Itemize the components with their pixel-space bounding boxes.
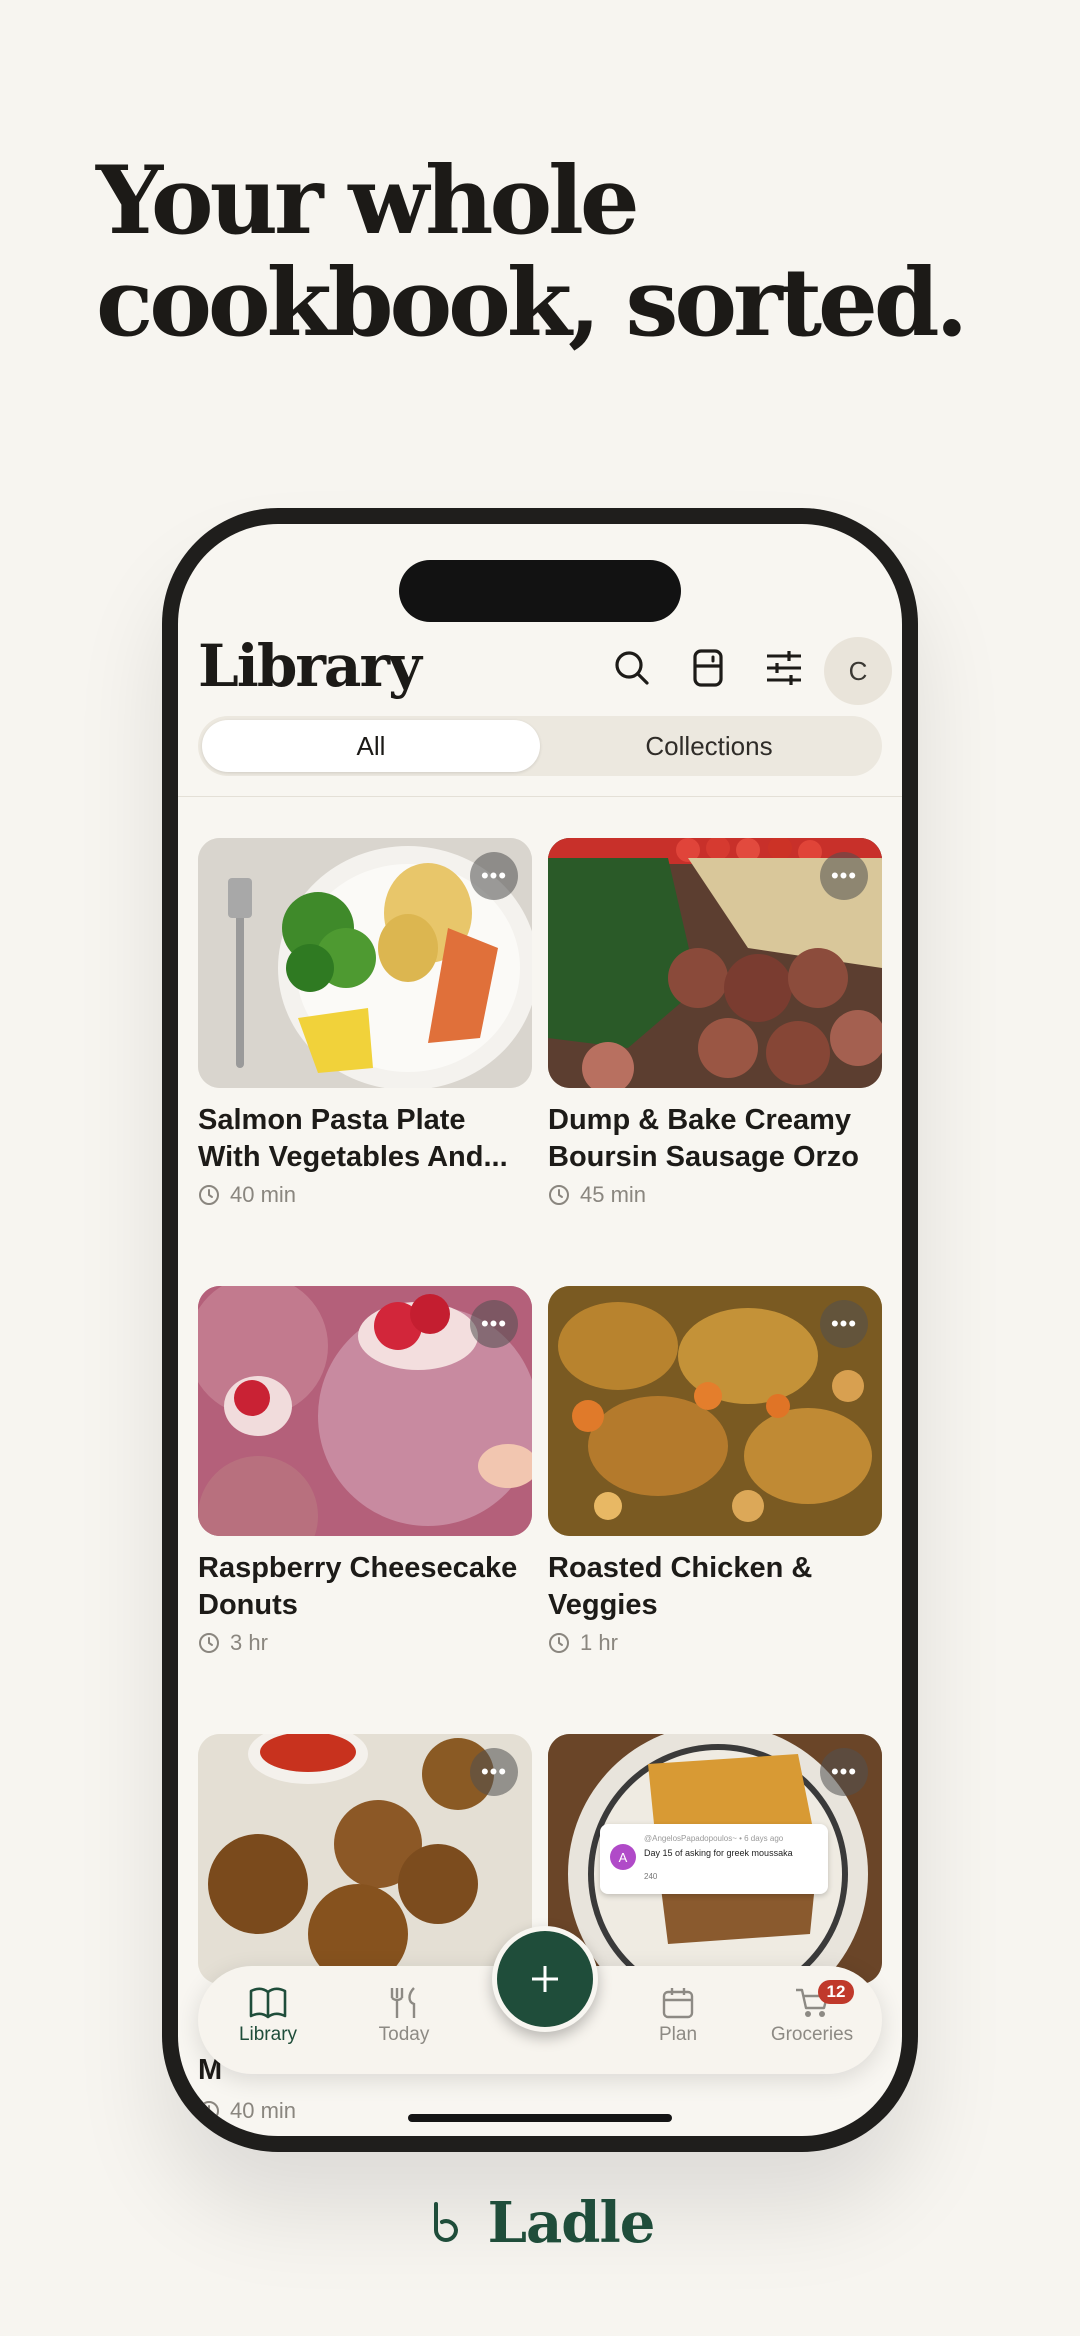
recipe-time: 45 min [548, 1182, 882, 1208]
brand-name: Ladle [487, 2190, 656, 2256]
filter-sliders-icon[interactable] [760, 644, 808, 692]
clock-icon [199, 1185, 219, 1205]
recipe-card[interactable]: ••• Dump & Bake Creamy Boursin Sausage O… [548, 838, 882, 1208]
clock-icon [199, 2101, 219, 2121]
marketing-headline: Your whole cookbook, sorted. [96, 146, 968, 358]
book-icon [249, 1987, 287, 2019]
recipe-time-label: 45 min [580, 1182, 647, 1207]
fridge-icon[interactable] [684, 644, 732, 692]
recipe-photo: ••• [198, 1734, 532, 1984]
recipe-time: 1 hr [548, 1630, 882, 1656]
recipe-time-label: 40 min [230, 1182, 297, 1207]
calendar-icon [662, 1988, 694, 2019]
recipe-time: 40 min [198, 1182, 532, 1208]
home-indicator [408, 2114, 672, 2122]
recipe-photo: ••• [548, 1286, 882, 1536]
groceries-count-badge: 12 [818, 1980, 854, 2004]
more-options-button[interactable]: ••• [820, 1748, 868, 1796]
recipe-card[interactable]: ••• Roasted Chicken & Veggies 1 hr [548, 1286, 882, 1656]
more-options-button[interactable]: ••• [820, 852, 868, 900]
comment-author: @AngelosPapadopoulos~ • 6 days ago [644, 1834, 784, 1843]
more-options-button[interactable]: ••• [820, 1300, 868, 1348]
more-options-button[interactable]: ••• [470, 852, 518, 900]
add-recipe-button[interactable] [492, 1926, 598, 2032]
brand-logo: Ladle [0, 2190, 1080, 2256]
ladle-icon [433, 2202, 458, 2242]
recipe-title: Dump & Bake Creamy Boursin Sausage Orzo [548, 1104, 860, 1173]
more-options-button[interactable]: ••• [470, 1300, 518, 1348]
recipe-title: Raspberry Cheesecake Donuts [198, 1552, 518, 1621]
comment-avatar: A [610, 1844, 636, 1870]
recipe-card[interactable]: A @AngelosPapadopoulos~ • 6 days ago Day… [548, 1734, 882, 1984]
phone-frame: Library C All Collections ••• Salmon Pas… [162, 508, 918, 2152]
dynamic-island [399, 560, 681, 622]
clock-icon [199, 1633, 219, 1653]
nav-groceries-label: Groceries [770, 2024, 854, 2045]
recipe-photo: ••• [548, 838, 882, 1088]
header-divider [178, 796, 902, 797]
clock-icon [549, 1185, 569, 1205]
recipe-title: Roasted Chicken & Veggies [548, 1552, 813, 1621]
nav-library[interactable]: Library [208, 1986, 328, 2046]
nav-today-label: Today [378, 2024, 430, 2045]
avatar[interactable]: C [824, 637, 892, 705]
clock-icon [549, 1633, 569, 1653]
recipe-card[interactable]: ••• [198, 1734, 532, 1984]
recipe-time: 3 hr [198, 1630, 532, 1656]
phone-screen: Library C All Collections ••• Salmon Pas… [178, 524, 902, 2136]
recipe-title: Salmon Pasta Plate With Vegetables And..… [198, 1104, 508, 1173]
comment-overlay: A @AngelosPapadopoulos~ • 6 days ago Day… [600, 1824, 828, 1894]
recipe-photo: ••• [198, 1286, 532, 1536]
recipe-card[interactable]: ••• Raspberry Cheesecake Donuts 3 hr [198, 1286, 532, 1656]
tab-all[interactable]: All [202, 720, 540, 772]
plus-icon [532, 1966, 558, 1992]
headline-line-1: Your whole [96, 146, 640, 256]
utensils-icon [390, 1987, 416, 2018]
headline-line-2: cookbook, sorted. [96, 248, 968, 358]
nav-plan-label: Plan [658, 2024, 698, 2045]
comment-likes: 240 [644, 1872, 658, 1881]
tab-collections[interactable]: Collections [540, 720, 878, 772]
recipe-time-label: 40 min [230, 2098, 297, 2123]
search-icon[interactable] [608, 644, 656, 692]
recipe-time: 40 min [198, 2098, 296, 2124]
nav-library-label: Library [238, 2024, 298, 2045]
view-segmented-control: All Collections [198, 716, 882, 776]
more-options-button[interactable]: ••• [470, 1748, 518, 1796]
recipe-photo: ••• [198, 838, 532, 1088]
nav-groceries[interactable]: Groceries 12 [752, 1980, 872, 2046]
recipe-card[interactable]: ••• Salmon Pasta Plate With Vegetables A… [198, 838, 532, 1208]
page-title: Library [198, 632, 422, 700]
comment-text: Day 15 of asking for greek moussaka [644, 1848, 793, 1858]
nav-today[interactable]: Today [344, 1986, 464, 2046]
recipe-time-label: 3 hr [230, 1630, 268, 1655]
recipe-photo: A @AngelosPapadopoulos~ • 6 days ago Day… [548, 1734, 882, 1984]
nav-plan[interactable]: Plan [618, 1986, 738, 2046]
recipe-time-label: 1 hr [580, 1630, 618, 1655]
